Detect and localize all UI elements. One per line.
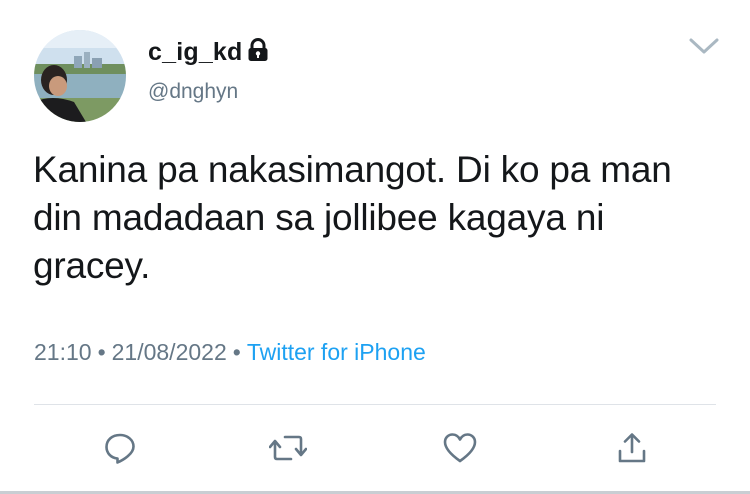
meta-separator: • — [232, 339, 241, 365]
tweet-time: 21:10 — [34, 339, 92, 365]
display-name[interactable]: c_ig_kd — [148, 38, 243, 67]
tweet-meta: 21:10 • 21/08/2022 • Twitter for iPhone — [34, 339, 426, 366]
avatar[interactable] — [34, 30, 126, 122]
meta-separator: • — [97, 339, 106, 365]
like-icon[interactable] — [440, 428, 480, 468]
share-icon[interactable] — [612, 428, 652, 468]
retweet-icon[interactable] — [268, 428, 308, 468]
divider — [34, 404, 716, 405]
user-handle[interactable]: @dnghyn — [148, 80, 238, 104]
reply-icon[interactable] — [100, 428, 140, 468]
tweet-actions — [0, 428, 750, 468]
lock-icon — [247, 38, 269, 67]
tweet-source-link[interactable]: Twitter for iPhone — [247, 339, 426, 366]
tweet-text: Kanina pa nakasimangot. Di ko pa man din… — [33, 149, 672, 286]
chevron-down-icon[interactable] — [688, 36, 720, 61]
tweet-date: 21/08/2022 — [111, 339, 227, 365]
